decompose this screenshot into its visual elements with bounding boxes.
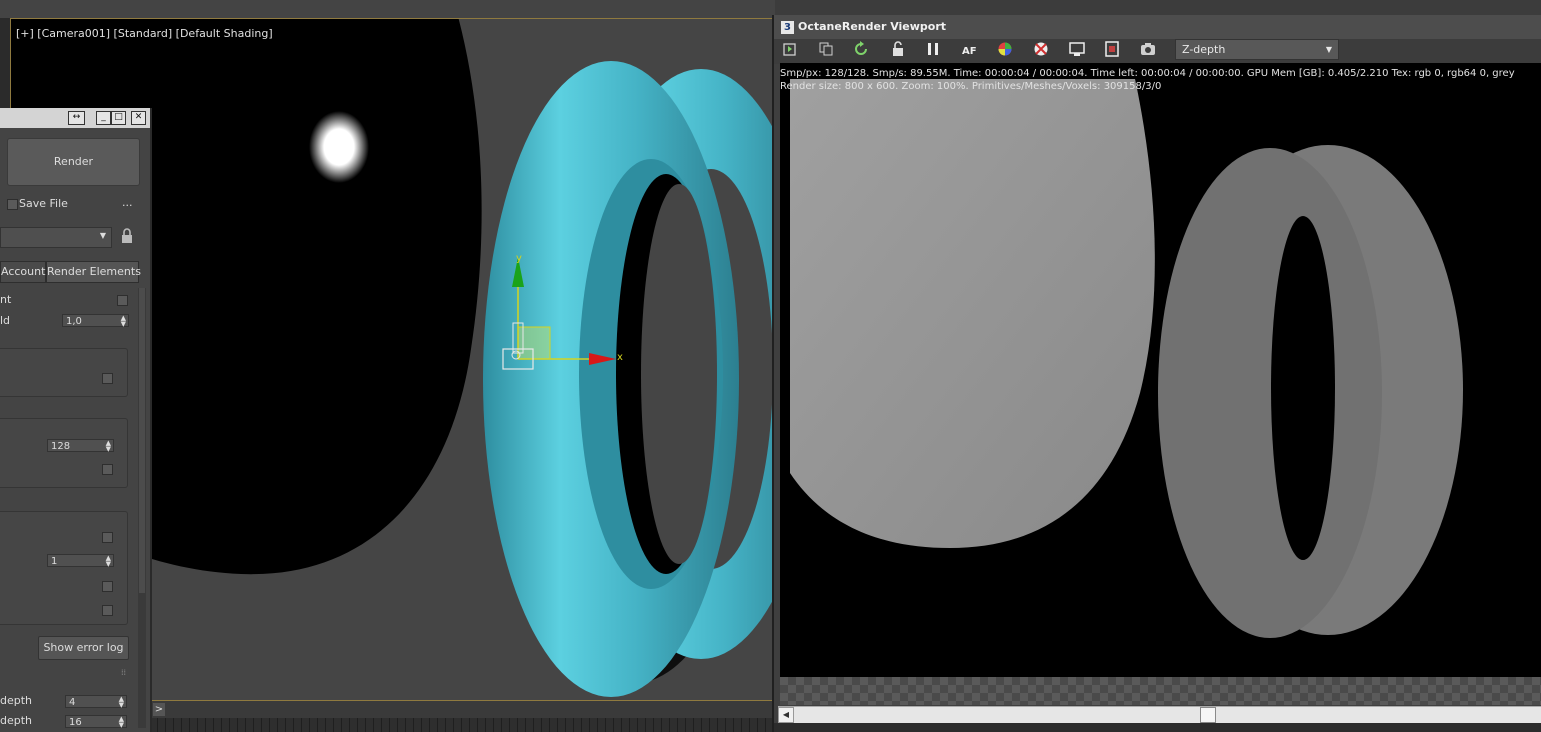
torus-front[interactable] [483,61,739,697]
app-icon: 3 [781,21,794,34]
restart-icon[interactable] [853,41,869,57]
film-region-icon[interactable] [1104,41,1120,57]
render-setup-panel: ↔ _ □ ✕ Render Save File ... ▼ Account R… [0,108,152,732]
option-label: depth [0,694,33,707]
depth-torus-hole [1271,216,1335,560]
settings-group: 128 ▲ ▼ [0,418,128,488]
grip-icon: ⁞⁞ [121,668,127,677]
render-stats: Smp/px: 128/128. Smp/s: 89.55M. Time: 00… [780,67,1541,95]
stats-line-1: Smp/px: 128/128. Smp/s: 89.55M. Time: 00… [780,68,1515,79]
gizmo-y-label: y [516,253,522,264]
horizontal-scroll-thumb[interactable] [1200,707,1216,723]
spinner-arrows-icon[interactable]: ▲ ▼ [106,440,111,453]
render-button[interactable]: Render [7,138,140,186]
scroll-left-icon[interactable]: ◀ [778,707,794,723]
render-type-dropdown[interactable]: Z-depth ▼ [1175,39,1339,60]
clay-mode-icon[interactable] [1033,41,1049,57]
settings-group [0,348,128,397]
option-checkbox[interactable] [102,373,113,384]
stats-line-2: Render size: 800 x 600. Zoom: 100%. Prim… [780,81,1162,92]
octane-titlebar[interactable]: 3 OctaneRender Viewport [774,15,1541,39]
viewport-top-bar [0,0,775,18]
value-spinner[interactable]: 1,0 ▲ ▼ [62,314,129,328]
color-picker-icon[interactable] [997,41,1013,57]
spinner-arrows-icon[interactable]: ▲ ▼ [121,315,126,328]
spinner-arrows-icon[interactable]: ▲ ▼ [106,555,111,568]
svg-text:AF: AF [962,46,977,57]
resize-icon[interactable]: ↔ [68,111,85,125]
option-label: ld [0,314,11,327]
lock-icon[interactable] [120,228,134,244]
depth-torus-front [1158,148,1382,638]
option-checkbox[interactable] [117,295,128,306]
spinner-arrows-icon[interactable]: ▲ ▼ [119,716,124,729]
settings-group: 1 ▲ ▼ [0,511,128,625]
light-object[interactable] [309,111,369,183]
panel-titlebar[interactable]: ↔ _ □ ✕ [0,108,150,128]
samples-spinner[interactable]: 128 ▲ ▼ [47,439,114,453]
max-depth-spinner[interactable]: 16 ▲ ▼ [65,715,127,729]
octane-render-canvas[interactable] [780,63,1541,677]
max-depth-spinner[interactable]: 4 ▲ ▼ [65,695,127,709]
window-bottom-edge [774,723,1541,732]
option-label: nt [0,293,12,306]
save-file-label: Save File [19,197,68,210]
region-icon[interactable] [1069,41,1085,57]
send-scene-icon[interactable] [782,41,798,57]
tab-render-elements[interactable]: Render Elements [46,261,141,283]
viewport-label[interactable]: [+] [Camera001] [Standard] [Default Shad… [16,27,273,40]
transparent-area [780,677,1541,705]
option-checkbox[interactable] [102,605,113,616]
minimize-icon[interactable]: _ [96,111,111,125]
copy-icon[interactable] [818,41,834,57]
maximize-icon[interactable]: □ [111,111,126,125]
option-checkbox[interactable] [102,532,113,543]
pause-icon[interactable] [925,41,941,57]
autofocus-icon[interactable]: AF [961,41,977,57]
preset-dropdown[interactable]: ▼ [0,227,112,248]
value-spinner[interactable]: 1 ▲ ▼ [47,554,114,568]
more-options-button[interactable]: ... [122,196,133,209]
option-checkbox[interactable] [102,581,113,592]
chevron-down-icon: ▼ [1325,45,1332,54]
zdepth-render [790,79,1463,638]
option-label: depth [0,714,33,727]
spinner-arrows-icon[interactable]: ▲ ▼ [119,696,124,709]
maxscript-prompt-button[interactable]: > [153,703,165,716]
gizmo-x-label: x [617,352,623,363]
viewport-bottom-bar [150,700,775,719]
show-error-log-button[interactable]: Show error log [38,636,129,660]
panel-scroll-thumb[interactable] [139,288,145,593]
tab-account[interactable]: Account [0,261,46,283]
save-file-checkbox[interactable] [7,199,18,210]
option-checkbox[interactable] [102,464,113,475]
horizontal-scrollbar[interactable] [778,706,1541,723]
close-icon[interactable]: ✕ [131,111,146,125]
lock-icon[interactable] [890,41,906,57]
chevron-down-icon: ▼ [99,231,106,240]
depth-sphere [790,79,1155,548]
octane-viewport-window: 3 OctaneRender Viewport AF Z-depth ▼ Smp… [772,15,1541,732]
camera-icon[interactable] [1140,41,1156,57]
window-title: OctaneRender Viewport [798,20,947,33]
